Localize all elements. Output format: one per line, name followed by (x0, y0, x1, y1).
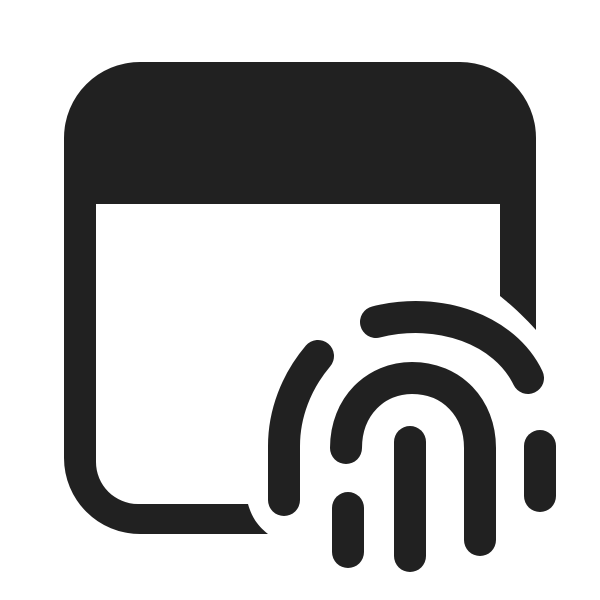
fingerprint-icon (268, 301, 556, 572)
fingerprint-ridge-left (268, 340, 334, 516)
window-fingerprint-icon (64, 62, 556, 572)
icon-canvas (0, 0, 600, 600)
